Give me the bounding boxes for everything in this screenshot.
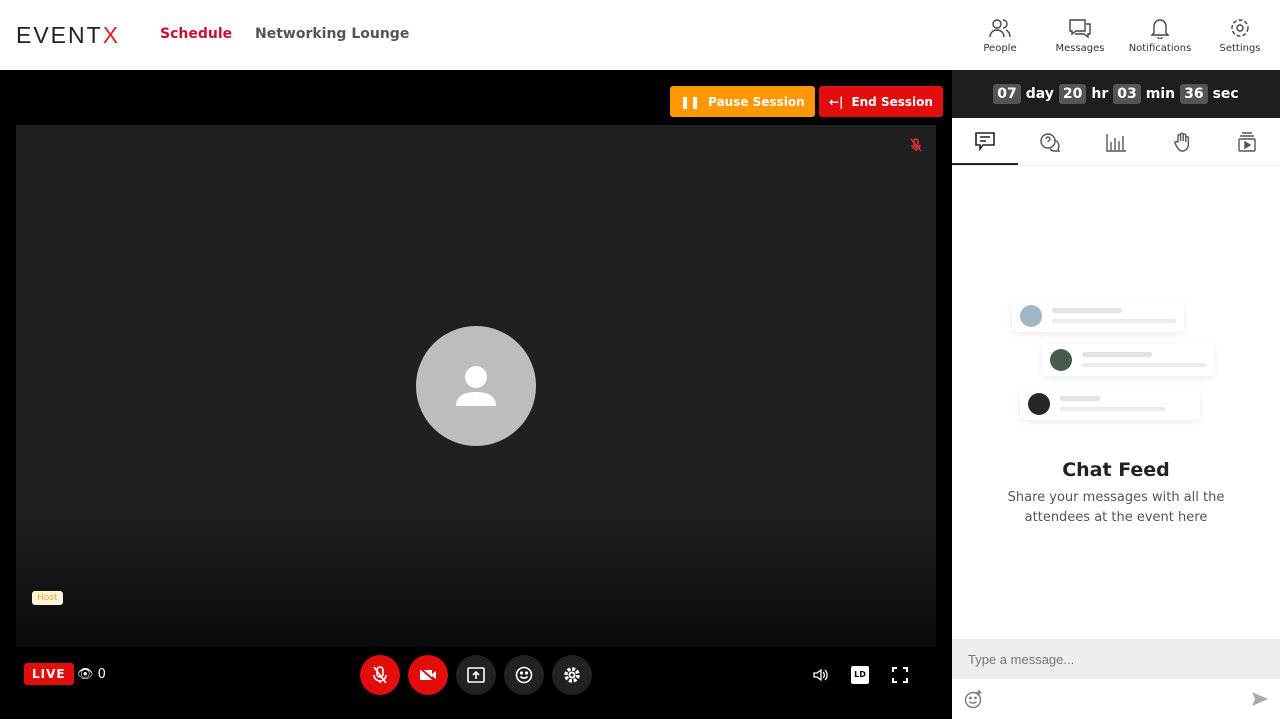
- timer-unit: day: [1025, 86, 1054, 102]
- avatar: [416, 326, 536, 446]
- mic-muted-icon: [910, 138, 922, 152]
- header-messages[interactable]: Messages: [1040, 0, 1120, 70]
- top-header: EVENTX Schedule Networking Lounge People…: [0, 0, 1280, 70]
- sidebar: 07 day 20 hr 03 min 36 sec Chat Feed Share y…: [952, 70, 1280, 719]
- bell-icon: [1150, 18, 1170, 39]
- pause-session-button[interactable]: ❚❚ Pause Session: [670, 86, 815, 117]
- mic-toggle-button[interactable]: [360, 655, 400, 695]
- gear-icon: [1231, 18, 1249, 37]
- reactions-button[interactable]: [504, 655, 544, 695]
- quality-button[interactable]: LD: [851, 666, 869, 684]
- header-people[interactable]: People: [960, 0, 1040, 70]
- user-icon: [456, 366, 496, 406]
- screen-share-icon: [467, 667, 485, 683]
- timer-unit: min: [1145, 86, 1176, 102]
- settings-button[interactable]: [552, 655, 592, 695]
- gear-icon: [564, 667, 580, 683]
- timer-seconds: 36: [1180, 84, 1208, 104]
- eye-icon: 👁: [77, 667, 94, 682]
- pause-label: Pause Session: [708, 94, 805, 109]
- chat-icon: [974, 131, 995, 151]
- video-tile: Host: [16, 125, 936, 647]
- poll-chart-icon: [1106, 133, 1126, 152]
- live-badge: LIVE: [24, 663, 74, 685]
- hand-icon: [1173, 132, 1189, 152]
- settings-label: Settings: [1219, 42, 1261, 54]
- eventx-logo[interactable]: EVENTX: [16, 22, 120, 49]
- empty-state-text: Share your messages with all the attende…: [1007, 490, 1225, 525]
- nav-schedule[interactable]: Schedule: [160, 26, 232, 42]
- fullscreen-icon[interactable]: [892, 667, 908, 683]
- messages-label: Messages: [1055, 42, 1105, 54]
- header-settings[interactable]: Settings: [1200, 0, 1280, 70]
- question-chat-icon: [1040, 132, 1061, 152]
- timer-minutes: 03: [1113, 84, 1141, 104]
- send-icon[interactable]: [1251, 691, 1269, 707]
- logo-accent: X: [102, 22, 121, 48]
- messages-icon: [1069, 18, 1091, 38]
- media-playlist-icon: [1238, 131, 1256, 152]
- timer-unit: hr: [1091, 86, 1109, 102]
- tab-raise-hand[interactable]: [1149, 118, 1215, 165]
- viewer-count: 👁 0: [77, 667, 106, 682]
- emoji-icon: [515, 666, 533, 684]
- mic-off-icon: [373, 666, 387, 684]
- volume-icon[interactable]: [812, 667, 828, 683]
- timer-hours: 20: [1058, 84, 1087, 104]
- timer-days: 07: [993, 84, 1021, 104]
- tab-polls[interactable]: [1083, 118, 1149, 165]
- screen-share-button[interactable]: [456, 655, 496, 695]
- tab-chat[interactable]: [952, 118, 1018, 165]
- people-icon: [989, 18, 1011, 37]
- camera-toggle-button[interactable]: [408, 655, 448, 695]
- people-label: People: [983, 42, 1017, 54]
- notifications-label: Notifications: [1128, 42, 1192, 54]
- countdown-timer: 07 day 20 hr 03 min 36 sec: [952, 70, 1280, 118]
- tab-media[interactable]: [1214, 118, 1280, 165]
- viewer-value: 0: [97, 667, 106, 682]
- host-badge: Host: [32, 591, 63, 605]
- nav-networking-lounge[interactable]: Networking Lounge: [255, 26, 409, 42]
- timer-unit: sec: [1212, 86, 1239, 102]
- tab-qna[interactable]: [1018, 118, 1084, 165]
- logo-text: EVENT: [16, 22, 103, 48]
- header-notifications[interactable]: Notifications: [1120, 0, 1200, 70]
- emoji-picker-icon[interactable]: [964, 689, 984, 709]
- end-label: End Session: [851, 94, 933, 109]
- chat-message-input[interactable]: [952, 639, 1280, 679]
- camera-off-icon: [419, 668, 437, 682]
- pause-icon: ❚❚: [680, 94, 701, 109]
- exit-icon: ←|: [829, 94, 844, 109]
- empty-state-title: Chat Feed: [1062, 459, 1170, 481]
- end-session-button[interactable]: ←| End Session: [819, 86, 943, 117]
